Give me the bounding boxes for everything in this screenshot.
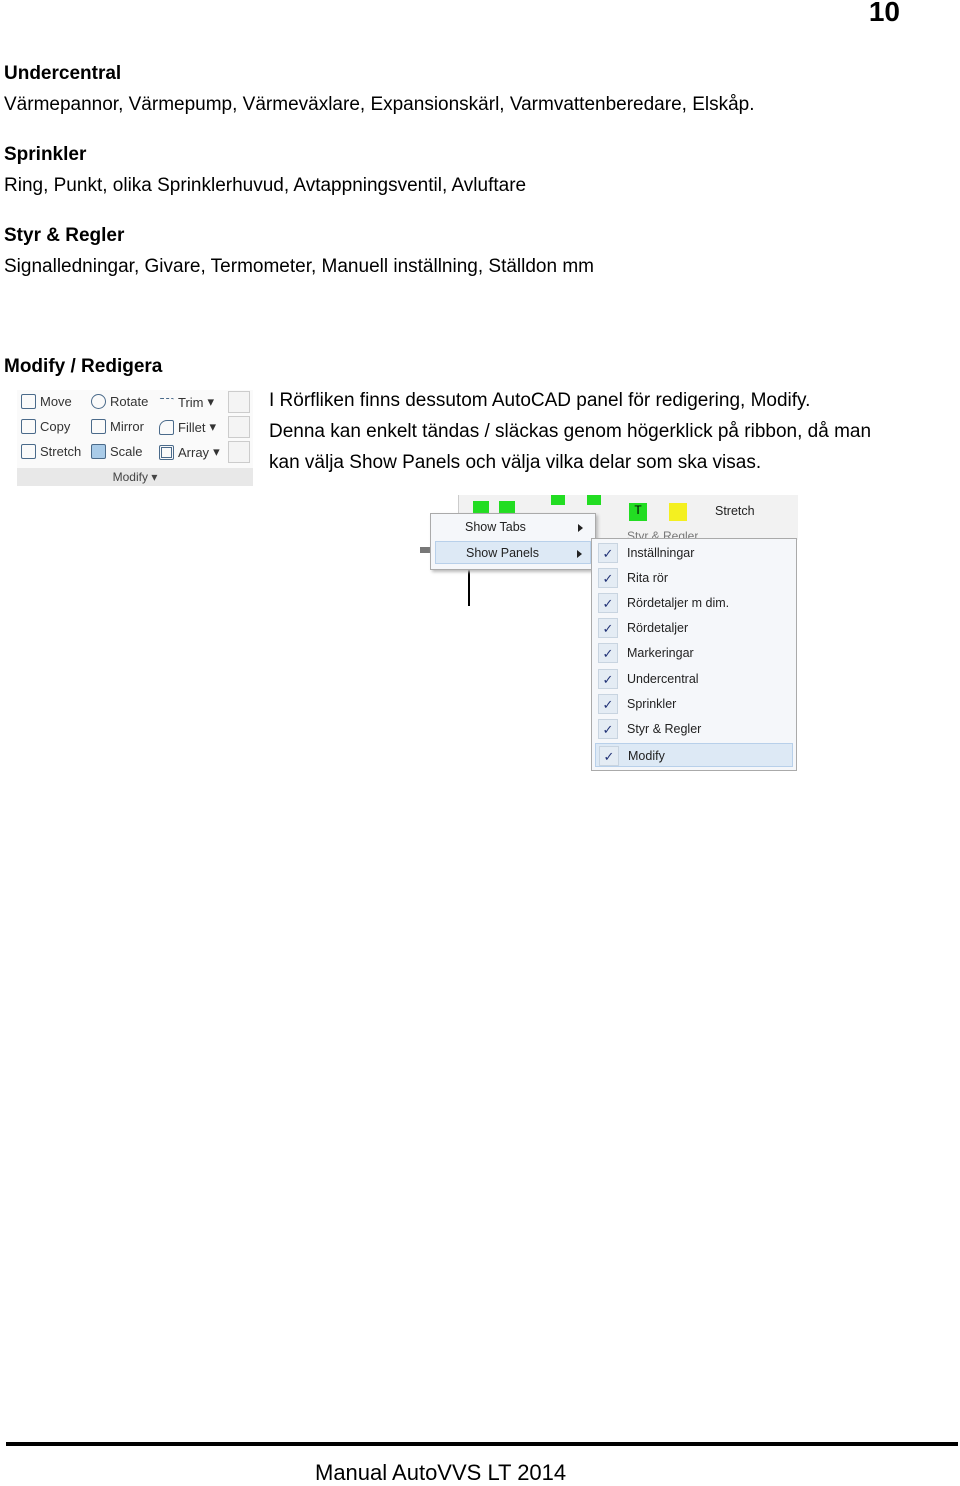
label: Undercentral	[627, 672, 699, 686]
offset-icon	[228, 441, 250, 463]
panel-item[interactable]: ✓ Rita rör	[595, 566, 793, 590]
description-line: I Rörfliken finns dessutom AutoCAD panel…	[269, 390, 811, 411]
label: Rördetaljer	[627, 621, 689, 635]
text-sprinkler: Ring, Punkt, olika Sprinklerhuvud, Avtap…	[4, 175, 527, 196]
text-undercentral: Värmepannor, Värmepump, Värmeväxlare, Ex…	[4, 94, 755, 115]
footer-text: Manual AutoVVS LT 2014	[315, 1460, 567, 1485]
panel-item[interactable]: ✓ Undercentral	[595, 667, 793, 691]
check-icon: ✓	[598, 568, 618, 588]
check-icon: ✓	[598, 719, 618, 739]
ribbon-icon	[551, 495, 565, 505]
check-icon: ✓	[598, 618, 618, 638]
move-icon	[21, 394, 36, 409]
check-icon: ✓	[598, 643, 618, 663]
ribbon-icon	[499, 501, 515, 513]
panel-title: Modify ▾	[17, 468, 253, 486]
panel-item[interactable]: ✓ Styr & Regler	[595, 717, 793, 741]
check-icon: ✓	[598, 593, 618, 613]
array-button: Array ▾	[159, 444, 220, 460]
label: Styr & Regler	[627, 722, 702, 736]
ribbon-stretch: Stretch	[715, 504, 755, 518]
label: Fillet	[178, 419, 206, 435]
mirror-button: Mirror	[91, 419, 144, 434]
heading-modify: Modify / Redigera	[4, 356, 163, 377]
label: Rördetaljer m dim.	[627, 596, 730, 610]
label: Show Tabs	[465, 520, 526, 534]
panel-item[interactable]: ✓ Rördetaljer	[595, 616, 793, 640]
label: Sprinkler	[627, 697, 677, 711]
trim-button: Trim ▾	[159, 394, 214, 410]
check-icon: ✓	[598, 694, 618, 714]
explode-icon	[228, 416, 250, 438]
dimension-icon	[669, 503, 687, 521]
check-icon: ✓	[598, 543, 618, 563]
menu-item-show-panels[interactable]: Show Panels	[435, 541, 591, 564]
ribbon-icon	[587, 495, 601, 505]
modify-description: I Rörfliken finns dessutom AutoCAD panel…	[269, 385, 871, 478]
label: Array	[178, 444, 210, 460]
stretch-button: Stretch	[21, 444, 81, 459]
erase-icon	[228, 391, 250, 413]
ribbon-icon	[473, 501, 489, 513]
rotate-icon	[91, 394, 106, 409]
copy-button: Copy	[21, 419, 70, 434]
heading-sprinkler: Sprinkler	[4, 144, 87, 165]
label: Show Panels	[466, 546, 539, 560]
submenu-arrow-icon	[578, 524, 583, 532]
show-panels-submenu: ✓ Inställningar ✓ Rita rör ✓ Rördetaljer m …	[591, 538, 797, 771]
label: Rita rör	[627, 571, 668, 585]
panel-item[interactable]: ✓ Rördetaljer m dim.	[595, 591, 793, 615]
label: Rotate	[110, 394, 149, 409]
copy-icon	[21, 419, 36, 434]
description-line: kan välja Show Panels och välja vilka de…	[269, 452, 762, 473]
description-line: Denna kan enkelt tändas / släckas genom …	[269, 421, 872, 442]
heading-undercentral: Undercentral	[4, 63, 122, 84]
cursor-line	[468, 570, 470, 606]
label: Move	[40, 394, 72, 409]
footer-divider	[6, 1442, 958, 1446]
fillet-button: Fillet ▾	[159, 419, 216, 435]
heading-styr-regler: Styr & Regler	[4, 225, 125, 246]
context-menu: Show Tabs Show Panels	[430, 513, 596, 570]
panel-title-text: Modify	[112, 470, 148, 484]
menu-item-show-tabs[interactable]: Show Tabs	[435, 516, 591, 539]
scale-icon	[91, 444, 106, 459]
panel-item[interactable]: ✓ Sprinkler	[595, 692, 793, 716]
array-icon	[159, 444, 174, 460]
label: Markeringar	[627, 646, 694, 660]
check-icon: ✓	[599, 746, 619, 766]
trim-icon	[159, 398, 174, 406]
check-icon: ✓	[598, 669, 618, 689]
text-styr-regler: Signalledningar, Givare, Termometer, Man…	[4, 256, 595, 277]
page-number: 10	[868, 0, 900, 27]
rotate-button: Rotate	[91, 394, 148, 409]
submenu-arrow-icon	[577, 550, 582, 558]
label: Modify	[628, 749, 665, 763]
label: Copy	[40, 419, 71, 434]
modify-panel-screenshot: Move Rotate Trim ▾ Copy Mirror Fillet ▾ …	[17, 390, 253, 486]
panel-item-modify[interactable]: ✓ Modify	[595, 743, 793, 767]
label: Inställningar	[627, 546, 695, 560]
move-button: Move	[21, 394, 72, 409]
label: Trim	[178, 394, 204, 410]
label: Scale	[110, 444, 143, 459]
stretch-icon	[21, 444, 36, 459]
panel-item[interactable]: ✓ Markeringar	[595, 641, 793, 665]
scale-button: Scale	[91, 444, 143, 459]
fillet-icon	[159, 419, 174, 435]
ribbon-fragment	[420, 547, 430, 553]
panel-item[interactable]: ✓ Inställningar	[595, 541, 793, 565]
label: Mirror	[110, 419, 144, 434]
label: Stretch	[40, 444, 82, 459]
mirror-icon	[91, 419, 106, 434]
text-icon: T	[629, 503, 647, 521]
